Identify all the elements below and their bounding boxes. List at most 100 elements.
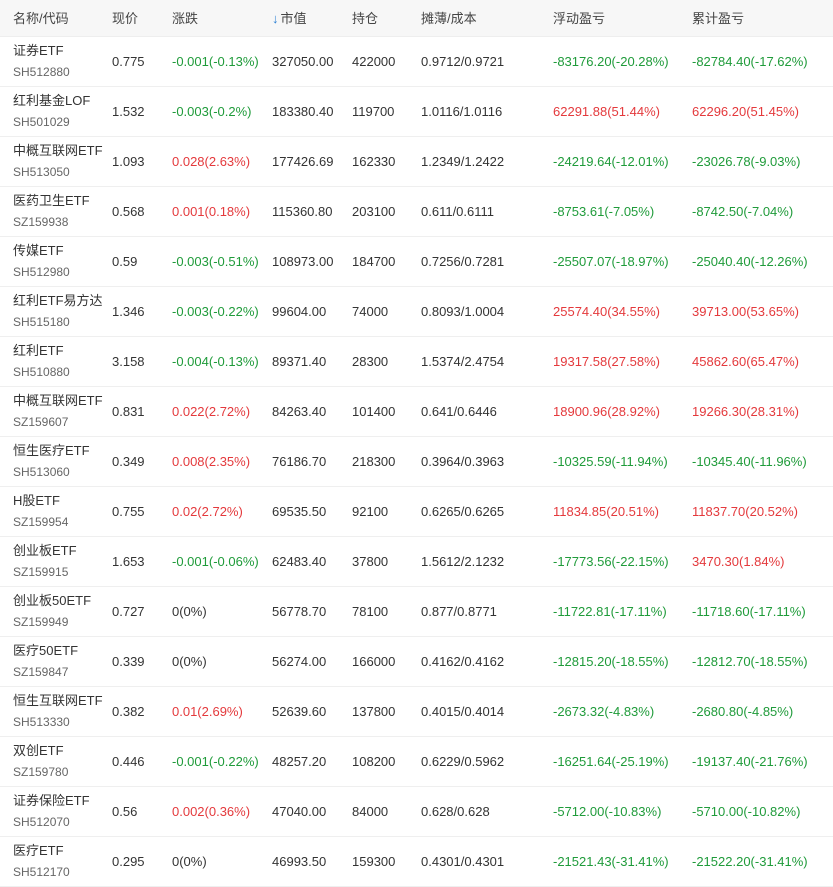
- header-name-code[interactable]: 名称/代码: [0, 0, 112, 37]
- fund-name[interactable]: 创业板ETF: [13, 542, 112, 560]
- name-code-cell: 中概互联网ETF SH513050: [0, 136, 112, 186]
- fund-name[interactable]: 中概互联网ETF: [13, 142, 112, 160]
- fund-name[interactable]: 恒生医疗ETF: [13, 442, 112, 460]
- cost-cell: 0.4162/0.4162: [421, 653, 505, 669]
- fund-code: SZ159847: [13, 664, 69, 679]
- market-value-cell: 48257.20: [272, 753, 327, 769]
- header-market-value[interactable]: ↓ 市值: [272, 0, 352, 37]
- table-row[interactable]: 红利ETF SH510880 3.158 -0.004(-0.13%) 89371.40…: [0, 336, 833, 386]
- price-cell: 0.339: [112, 653, 145, 669]
- table-row[interactable]: 中概互联网ETF SZ159607 0.831 0.022(2.72%) 84263.4…: [0, 386, 833, 436]
- header-cumulative-pl-label: 累计盈亏: [692, 11, 745, 27]
- fund-code: SH513060: [13, 464, 70, 479]
- header-change[interactable]: 涨跌: [172, 0, 272, 37]
- change-cell: 0.028(2.63%): [172, 153, 251, 169]
- fund-name[interactable]: 创业板50ETF: [13, 592, 112, 610]
- fund-name[interactable]: 证券保险ETF: [13, 792, 112, 810]
- cumulative-pl-cell: 19266.30(28.31%): [692, 403, 799, 419]
- market-value-cell: 62483.40: [272, 553, 327, 569]
- fund-name[interactable]: 双创ETF: [13, 742, 112, 760]
- price-cell: 0.831: [112, 403, 145, 419]
- header-price[interactable]: 现价: [112, 0, 172, 37]
- fund-code: SZ159780: [13, 764, 69, 779]
- fund-name[interactable]: 红利ETF: [13, 342, 112, 360]
- cost-cell: 0.6265/0.6265: [421, 503, 505, 519]
- header-cost[interactable]: 摊薄/成本: [421, 0, 553, 37]
- cumulative-pl-cell: -82784.40(-17.62%): [692, 53, 808, 69]
- cost-cell: 0.8093/1.0004: [421, 303, 505, 319]
- price-cell: 0.349: [112, 453, 145, 469]
- market-value-cell: 69535.50: [272, 503, 327, 519]
- fund-name[interactable]: 传媒ETF: [13, 242, 112, 260]
- table-row[interactable]: 红利ETF易方达 SH515180 1.346 -0.003(-0.22%) 99604…: [0, 286, 833, 336]
- floating-pl-cell: 11834.85(20.51%): [553, 503, 660, 519]
- table-row[interactable]: 创业板ETF SZ159915 1.653 -0.001(-0.06%) 62483.4…: [0, 536, 833, 586]
- fund-name[interactable]: 医药卫生ETF: [13, 192, 112, 210]
- market-value-cell: 52639.60: [272, 703, 327, 719]
- position-cell: 184700: [352, 253, 396, 269]
- table-row[interactable]: 恒生互联网ETF SH513330 0.382 0.01(2.69%) 52639.60…: [0, 686, 833, 736]
- position-cell: 37800: [352, 553, 389, 569]
- change-cell: 0.02(2.72%): [172, 503, 243, 519]
- header-position-label: 持仓: [352, 11, 379, 27]
- table-row[interactable]: H股ETF SZ159954 0.755 0.02(2.72%) 69535.50 921…: [0, 486, 833, 536]
- name-code-cell: 传媒ETF SH512980: [0, 236, 112, 286]
- table-row[interactable]: 证券ETF SH512880 0.775 -0.001(-0.13%) 327050.0…: [0, 36, 833, 86]
- table-row[interactable]: 创业板50ETF SZ159949 0.727 0(0%) 56778.70 78100 0…: [0, 586, 833, 636]
- header-position[interactable]: 持仓: [352, 0, 421, 37]
- fund-name[interactable]: 中概互联网ETF: [13, 392, 112, 410]
- market-value-cell: 56778.70: [272, 603, 327, 619]
- change-cell: -0.003(-0.2%): [172, 103, 252, 119]
- position-cell: 159300: [352, 853, 396, 869]
- header-name-code-label: 名称/代码: [13, 11, 69, 27]
- name-code-cell: H股ETF SZ159954: [0, 486, 112, 536]
- price-cell: 0.775: [112, 53, 145, 69]
- change-cell: -0.001(-0.06%): [172, 553, 259, 569]
- price-cell: 0.295: [112, 853, 145, 869]
- market-value-cell: 76186.70: [272, 453, 327, 469]
- fund-name[interactable]: 红利基金LOF: [13, 92, 112, 110]
- table-row[interactable]: 红利基金LOF SH501029 1.532 -0.003(-0.2%) 183380.…: [0, 86, 833, 136]
- table-row[interactable]: 证券保险ETF SH512070 0.56 0.002(0.36%) 47040.00 8…: [0, 786, 833, 836]
- table-row[interactable]: 传媒ETF SH512980 0.59 -0.003(-0.51%) 108973.00…: [0, 236, 833, 286]
- table-row[interactable]: 医疗ETF SH512170 0.295 0(0%) 46993.50 159300 0.4…: [0, 836, 833, 886]
- table-row[interactable]: 恒生医疗ETF SH513060 0.349 0.008(2.35%) 76186.70…: [0, 436, 833, 486]
- table-row[interactable]: 医药卫生ETF SZ159938 0.568 0.001(0.18%) 115360.8…: [0, 186, 833, 236]
- floating-pl-cell: -24219.64(-12.01%): [553, 153, 669, 169]
- fund-code: SZ159938: [13, 214, 69, 229]
- cost-cell: 1.0116/1.0116: [421, 103, 503, 119]
- table-row[interactable]: 双创ETF SZ159780 0.446 -0.001(-0.22%) 48257.20…: [0, 736, 833, 786]
- floating-pl-cell: 62291.88(51.44%): [553, 103, 660, 119]
- cumulative-pl-cell: 62296.20(51.45%): [692, 103, 799, 119]
- floating-pl-cell: -8753.61(-7.05%): [553, 203, 655, 219]
- change-cell: -0.003(-0.51%): [172, 253, 259, 269]
- fund-code: SH513050: [13, 164, 70, 179]
- fund-code: SH512980: [13, 264, 70, 279]
- change-cell: 0.022(2.72%): [172, 403, 251, 419]
- position-cell: 162330: [352, 153, 396, 169]
- table-header: 名称/代码 现价 涨跌 ↓ 市值 持仓 摊薄/成本 浮动盈亏 累计盈亏: [0, 0, 833, 37]
- fund-name[interactable]: 红利ETF易方达: [13, 292, 112, 310]
- cost-cell: 0.641/0.6446: [421, 403, 497, 419]
- market-value-cell: 89371.40: [272, 353, 327, 369]
- fund-code: SH510880: [13, 364, 70, 379]
- fund-name[interactable]: 证券ETF: [13, 42, 112, 60]
- position-cell: 218300: [352, 453, 396, 469]
- fund-name[interactable]: H股ETF: [13, 492, 112, 510]
- price-cell: 0.56: [112, 803, 138, 819]
- header-floating-pl[interactable]: 浮动盈亏: [553, 0, 692, 37]
- table-row[interactable]: 医疗50ETF SZ159847 0.339 0(0%) 56274.00 166000 0…: [0, 636, 833, 686]
- header-cumulative-pl[interactable]: 累计盈亏: [692, 0, 833, 37]
- fund-code: SH515180: [13, 314, 70, 329]
- cumulative-pl-cell: -23026.78(-9.03%): [692, 153, 801, 169]
- position-cell: 78100: [352, 603, 389, 619]
- floating-pl-cell: -17773.56(-22.15%): [553, 553, 669, 569]
- fund-name[interactable]: 恒生互联网ETF: [13, 692, 112, 710]
- position-cell: 74000: [352, 303, 389, 319]
- floating-pl-cell: 18900.96(28.92%): [553, 403, 660, 419]
- header-row: 名称/代码 现价 涨跌 ↓ 市值 持仓 摊薄/成本 浮动盈亏 累计盈亏: [0, 0, 833, 37]
- fund-name[interactable]: 医疗50ETF: [13, 642, 112, 660]
- table-row[interactable]: 中概互联网ETF SH513050 1.093 0.028(2.63%) 177426.…: [0, 136, 833, 186]
- fund-name[interactable]: 医疗ETF: [13, 842, 112, 860]
- cost-cell: 1.5374/2.4754: [421, 353, 505, 369]
